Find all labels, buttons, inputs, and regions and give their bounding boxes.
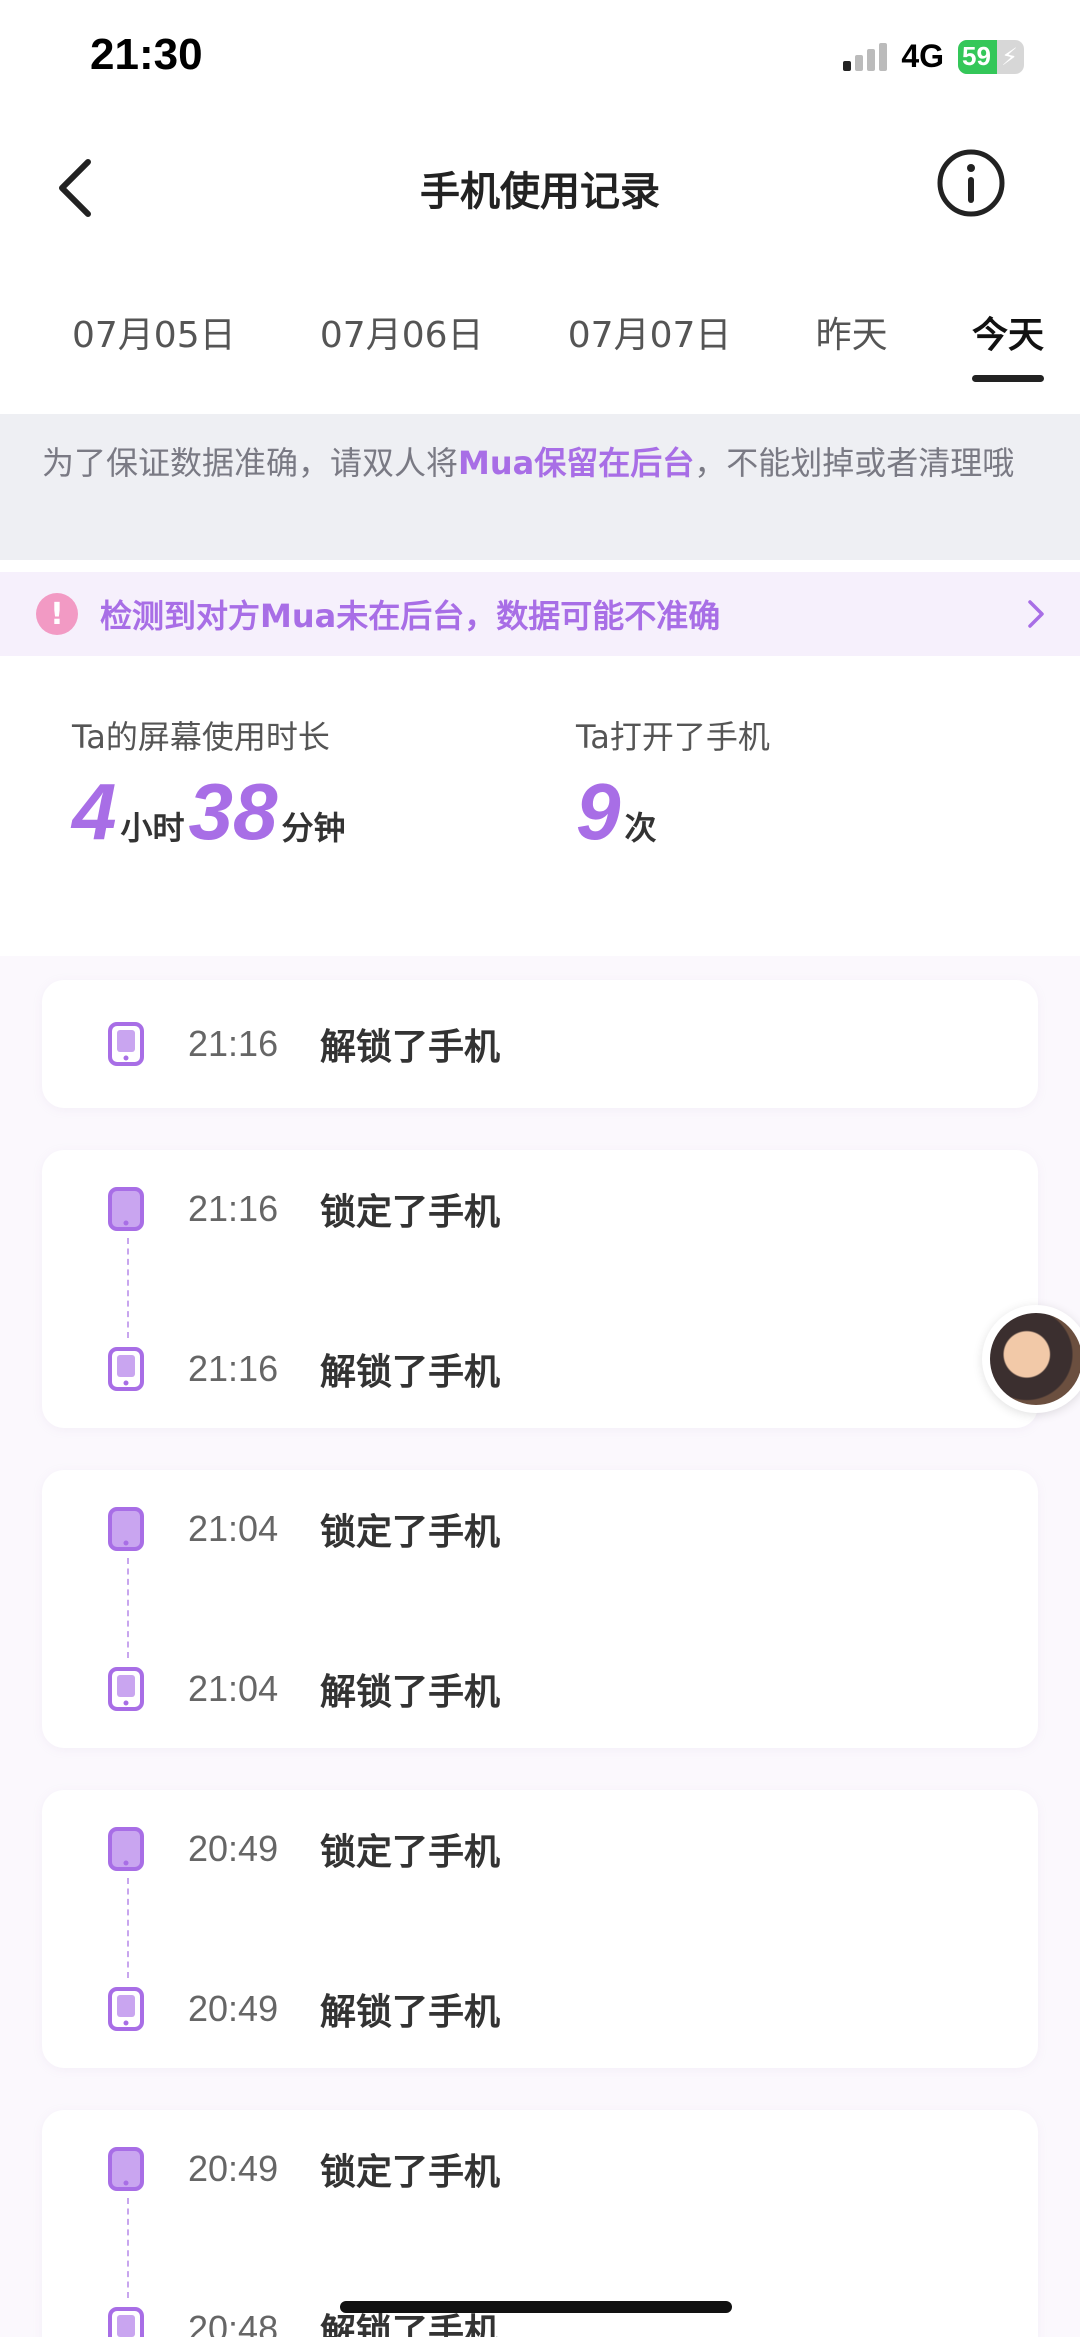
hours-unit: 小时 [120, 809, 185, 847]
opens-count: 9 [576, 767, 621, 856]
notice-suffix: ，不能划掉或者清理哦 [694, 444, 1015, 482]
record-card: 21:04 锁定了手机 21:04 解锁了手机 [42, 1470, 1038, 1748]
screen-time-minutes: 38 [188, 767, 278, 856]
phone-lock-icon [108, 1827, 144, 1871]
record-time: 21:16 [188, 1023, 279, 1064]
record-entry: 20:49 锁定了手机 [42, 2110, 1038, 2228]
record-entry: 21:04 锁定了手机 [42, 1470, 1038, 1588]
record-action: 锁定了手机 [320, 1192, 501, 1233]
record-entry: 21:04 解锁了手机 [42, 1630, 1038, 1748]
record-card: 20:49 锁定了手机 20:49 解锁了手机 [42, 1790, 1038, 2068]
notice-prefix: 为了保证数据准确，请双人将 [42, 444, 459, 482]
nav-bar: 手机使用记录 [0, 118, 1080, 258]
screen-time-hours: 4 [72, 767, 117, 856]
battery-percent: 59 [962, 41, 991, 71]
back-button[interactable] [48, 154, 108, 222]
status-indicators: 4G 59 ⚡ [843, 38, 1024, 75]
status-time: 21:30 [90, 30, 203, 79]
charging-icon: ⚡ [1001, 42, 1018, 71]
background-notice: 为了保证数据准确，请双人将Mua保留在后台，不能划掉或者清理哦 [0, 414, 1080, 560]
record-time: 20:49 [188, 2148, 279, 2189]
phone-unlock-icon [108, 1667, 144, 1711]
info-icon [937, 149, 1005, 217]
status-bar: 21:30 4G 59 ⚡ [0, 0, 1080, 118]
page-title: 手机使用记录 [420, 169, 660, 215]
floating-avatar[interactable] [982, 1305, 1080, 1413]
usage-stats: Ta的屏幕使用时长 4 小时 38 分钟 Ta打开了手机 9 次 [0, 656, 1080, 956]
timeline-connector [42, 1238, 1038, 1338]
tab-today[interactable]: 今天 [971, 306, 1044, 382]
record-entry: 21:16 锁定了手机 [42, 1150, 1038, 1268]
record-action: 解锁了手机 [320, 1352, 501, 1393]
record-action: 解锁了手机 [320, 1992, 501, 2033]
record-time: 21:04 [188, 1508, 279, 1549]
record-entry: 21:16 解锁了手机 [42, 1310, 1038, 1428]
screen-time-label: Ta的屏幕使用时长 [72, 718, 330, 756]
home-indicator[interactable] [340, 2301, 732, 2313]
chevron-left-icon [59, 159, 91, 217]
date-tabs: 07月05日 07月06日 07月07日 昨天 今天 [0, 258, 1080, 414]
screen-time-stat: Ta的屏幕使用时长 4 小时 38 分钟 [72, 712, 576, 956]
timeline-connector [42, 2198, 1038, 2298]
record-entry: 20:49 解锁了手机 [42, 1950, 1038, 2068]
record-action: 解锁了手机 [320, 1027, 501, 1068]
warning-text: 检测到对方Mua未在后台，数据可能不准确 [100, 597, 721, 635]
record-time: 21:16 [188, 1188, 279, 1229]
warning-banner[interactable]: ! 检测到对方Mua未在后台，数据可能不准确 [0, 572, 1080, 656]
phone-unlock-icon [108, 1987, 144, 2031]
signal-icon [843, 42, 888, 71]
record-time: 21:04 [188, 1668, 279, 1709]
record-time: 20:49 [188, 1828, 279, 1869]
phone-lock-icon [108, 1187, 144, 1231]
record-time: 20:49 [188, 1988, 279, 2029]
phone-unlock-icon [108, 2307, 144, 2337]
opens-stat: Ta打开了手机 9 次 [576, 712, 1080, 956]
phone-lock-icon [108, 2147, 144, 2191]
record-card: 21:16 解锁了手机 [42, 980, 1038, 1108]
info-button[interactable] [936, 148, 1006, 218]
records-list: 21:16 解锁了手机 21:16 锁定了手机 21:16 解锁了手机 21:0… [0, 956, 1080, 2337]
battery-icon: 59 ⚡ [958, 39, 1024, 74]
record-action: 锁定了手机 [320, 1832, 501, 1873]
tab-date-0707[interactable]: 07月07日 [568, 306, 732, 366]
record-time: 20:48 [188, 2308, 279, 2337]
record-action: 解锁了手机 [320, 1672, 501, 1713]
opens-unit: 次 [624, 809, 657, 847]
notice-highlight: Mua保留在后台 [458, 444, 695, 482]
avatar-image [990, 1313, 1080, 1405]
timeline-connector [42, 1878, 1038, 1978]
chevron-right-icon [1028, 600, 1044, 628]
tab-date-0705[interactable]: 07月05日 [72, 306, 236, 366]
opens-label: Ta打开了手机 [576, 718, 770, 756]
warning-icon: ! [36, 593, 78, 635]
tab-yesterday[interactable]: 昨天 [816, 306, 888, 366]
record-entry: 21:16 解锁了手机 [42, 980, 1038, 1108]
timeline-connector [42, 1558, 1038, 1658]
record-action: 锁定了手机 [320, 2152, 501, 2193]
tab-date-0706[interactable]: 07月06日 [320, 306, 484, 366]
record-entry: 20:49 锁定了手机 [42, 1790, 1038, 1908]
network-label: 4G [901, 38, 944, 74]
record-card: 21:16 锁定了手机 21:16 解锁了手机 [42, 1150, 1038, 1428]
minutes-unit: 分钟 [281, 809, 346, 847]
phone-lock-icon [108, 1507, 144, 1551]
phone-unlock-icon [108, 1022, 144, 1066]
record-action: 锁定了手机 [320, 1512, 501, 1553]
phone-unlock-icon [108, 1347, 144, 1391]
record-time: 21:16 [188, 1348, 279, 1389]
